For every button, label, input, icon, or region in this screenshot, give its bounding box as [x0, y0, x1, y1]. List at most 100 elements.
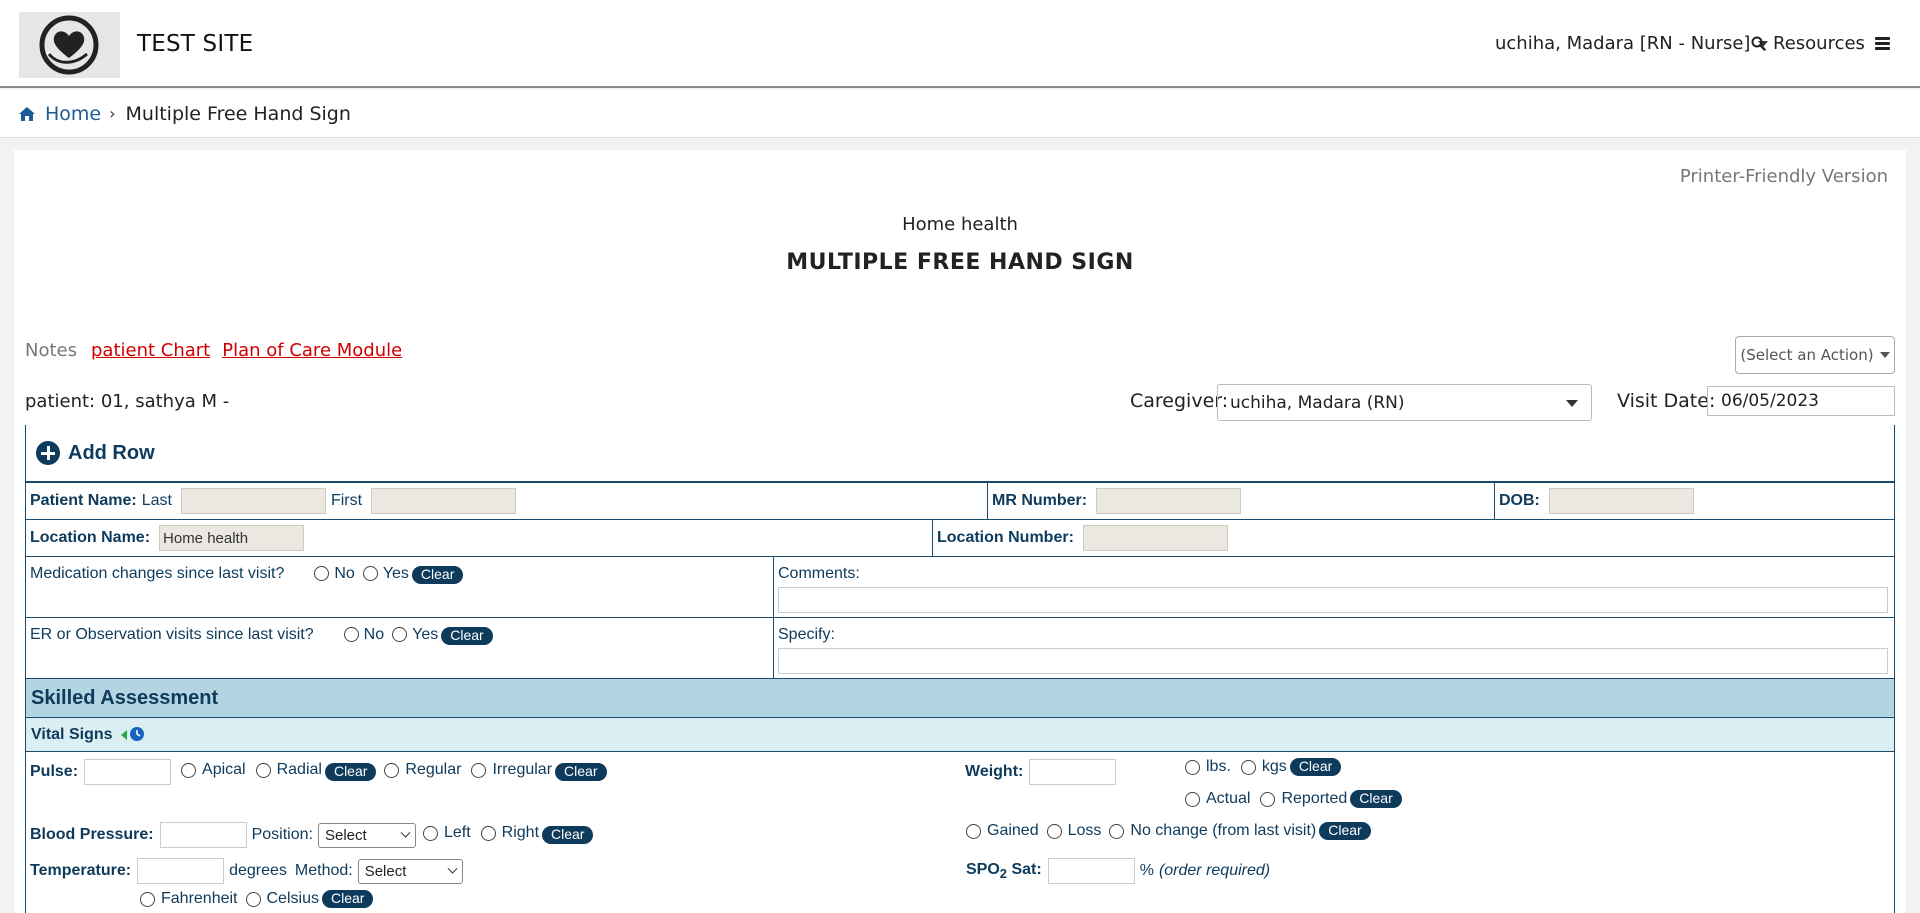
radio-label: No change (from last visit): [1130, 822, 1317, 839]
radio-label: Right: [501, 824, 540, 841]
comments-input[interactable]: [778, 587, 1888, 613]
irregular-radio[interactable]: [471, 762, 487, 778]
site-title: TEST SITE: [137, 31, 254, 57]
actual-radio[interactable]: [1185, 791, 1200, 807]
left-arm-radio[interactable]: [422, 825, 438, 841]
mr-number-input[interactable]: [1096, 488, 1242, 514]
er-no-radio[interactable]: [343, 627, 359, 642]
clear-button[interactable]: Clear: [1289, 758, 1342, 776]
radio-label: Apical: [202, 761, 246, 778]
notes-label: Notes: [25, 340, 77, 361]
patient-name-label: Patient Name:: [30, 492, 137, 509]
dob-input[interactable]: [1548, 488, 1694, 514]
temperature-unit-group: Fahrenheit Celsius Clear: [140, 890, 374, 908]
kgs-radio[interactable]: [1240, 759, 1256, 775]
position-label: Position:: [251, 826, 313, 843]
reported-radio[interactable]: [1260, 791, 1276, 807]
medication-changes-question: Medication changes since last visit?: [30, 565, 285, 582]
radio-label: Regular: [405, 761, 462, 778]
order-required-note: (order required): [1158, 862, 1271, 879]
hamburger-menu-icon[interactable]: [1875, 37, 1890, 50]
visit-date-input[interactable]: 06/05/2023: [1707, 386, 1895, 416]
search-icon: [1751, 36, 1766, 51]
first-name-label: First: [330, 492, 363, 509]
location-number-label: Location Number:: [937, 529, 1074, 546]
pulse-group: Pulse: Apical Radial Clear Regular Irreg…: [30, 759, 607, 785]
home-icon: [19, 106, 35, 121]
vital-history-icon[interactable]: [119, 726, 147, 744]
caregiver-label: Caregiver:: [1130, 390, 1229, 412]
right-arm-radio[interactable]: [480, 825, 496, 841]
blood-pressure-input[interactable]: [159, 822, 247, 848]
chevron-right-icon: ›: [109, 104, 116, 123]
patient-name-row: Patient Name: Last First MR Number: DOB:: [26, 483, 1894, 520]
site-logo[interactable]: [19, 12, 120, 78]
clear-button[interactable]: Clear: [411, 566, 464, 584]
action-select-value: (Select an Action): [1740, 346, 1874, 364]
clear-button[interactable]: Clear: [1350, 790, 1402, 808]
radial-radio[interactable]: [255, 762, 271, 778]
no-change-radio[interactable]: [1109, 823, 1125, 839]
spo2-subscript: 2: [999, 866, 1008, 882]
patient-info: patient: 01, sathya M -: [25, 391, 230, 412]
method-select[interactable]: Select: [357, 858, 463, 884]
celsius-radio[interactable]: [245, 891, 261, 907]
method-label: Method:: [294, 862, 353, 879]
temperature-input[interactable]: [137, 858, 225, 884]
last-name-label: Last: [141, 492, 172, 509]
loss-radio[interactable]: [1046, 823, 1062, 839]
caret-down-icon: [1879, 352, 1890, 358]
pulse-label: Pulse:: [30, 763, 79, 780]
chevron-down-icon: [447, 863, 458, 874]
er-yes-radio[interactable]: [392, 627, 408, 642]
caregiver-select[interactable]: uchiha, Madara (RN): [1217, 384, 1592, 421]
spo2-label: SPO2 Sat:: [966, 861, 1042, 881]
medication-yes-radio[interactable]: [362, 566, 378, 581]
page-subtitle: Home health: [902, 214, 1018, 235]
first-name-input[interactable]: [371, 488, 517, 514]
top-navbar: TEST SITE uchiha, Madara [RN - Nurse] Re…: [0, 0, 1920, 88]
radio-label: Reported: [1281, 790, 1348, 807]
medication-changes-row: Medication changes since last visit? No …: [26, 557, 1894, 618]
fahrenheit-radio[interactable]: [140, 891, 155, 907]
add-row-button[interactable]: Add Row: [26, 425, 1894, 483]
spo2-input[interactable]: [1047, 858, 1135, 884]
mr-number-label: MR Number:: [992, 492, 1088, 509]
add-row-label: Add Row: [68, 441, 155, 464]
weight-input[interactable]: [1029, 759, 1117, 785]
patient-chart-link[interactable]: patient Chart: [91, 340, 210, 361]
breadcrumb-home-link[interactable]: Home: [19, 103, 101, 125]
clear-button[interactable]: Clear: [1319, 822, 1371, 840]
patient-name-cell: Patient Name: Last First: [26, 483, 988, 519]
location-name-input[interactable]: Home health: [159, 525, 305, 551]
location-name-cell: Location Name: Home health: [26, 520, 933, 556]
clear-button[interactable]: Clear: [441, 627, 493, 645]
er-visits-row: ER or Observation visits since last visi…: [26, 618, 1894, 679]
location-number-input[interactable]: [1082, 525, 1228, 551]
specify-cell: Specify:: [774, 618, 1894, 678]
clear-button[interactable]: Clear: [555, 763, 607, 781]
lbs-radio[interactable]: [1185, 759, 1200, 775]
specify-input[interactable]: [778, 648, 1888, 674]
plan-of-care-link[interactable]: Plan of Care Module: [222, 340, 402, 361]
position-select[interactable]: Select: [317, 822, 416, 848]
caregiver-value: uchiha, Madara (RN): [1230, 392, 1405, 413]
clear-button[interactable]: Clear: [324, 763, 377, 781]
regular-radio[interactable]: [384, 762, 400, 778]
action-select[interactable]: (Select an Action): [1735, 336, 1895, 374]
clear-button[interactable]: Clear: [542, 826, 594, 844]
spo2-group: SPO2 Sat: % (order required): [966, 858, 1270, 884]
gained-radio[interactable]: [966, 823, 981, 839]
medication-no-radio[interactable]: [314, 566, 330, 581]
apical-radio[interactable]: [181, 762, 197, 778]
printer-friendly-link[interactable]: Printer-Friendly Version: [1680, 166, 1888, 187]
last-name-input[interactable]: [180, 488, 326, 514]
weight-change-group: Gained Loss No change (from last visit) …: [966, 822, 1371, 840]
resources-link[interactable]: Resources: [1751, 33, 1865, 54]
weight-group: Weight:: [965, 759, 1117, 785]
clear-button[interactable]: Clear: [321, 890, 374, 908]
location-row: Location Name: Home health Location Numb…: [26, 520, 1894, 557]
blood-pressure-group: Blood Pressure: Position: Select Left Ri…: [30, 822, 594, 848]
user-menu-dropdown[interactable]: uchiha, Madara [RN - Nurse]: [1495, 33, 1769, 54]
pulse-input[interactable]: [84, 759, 172, 785]
